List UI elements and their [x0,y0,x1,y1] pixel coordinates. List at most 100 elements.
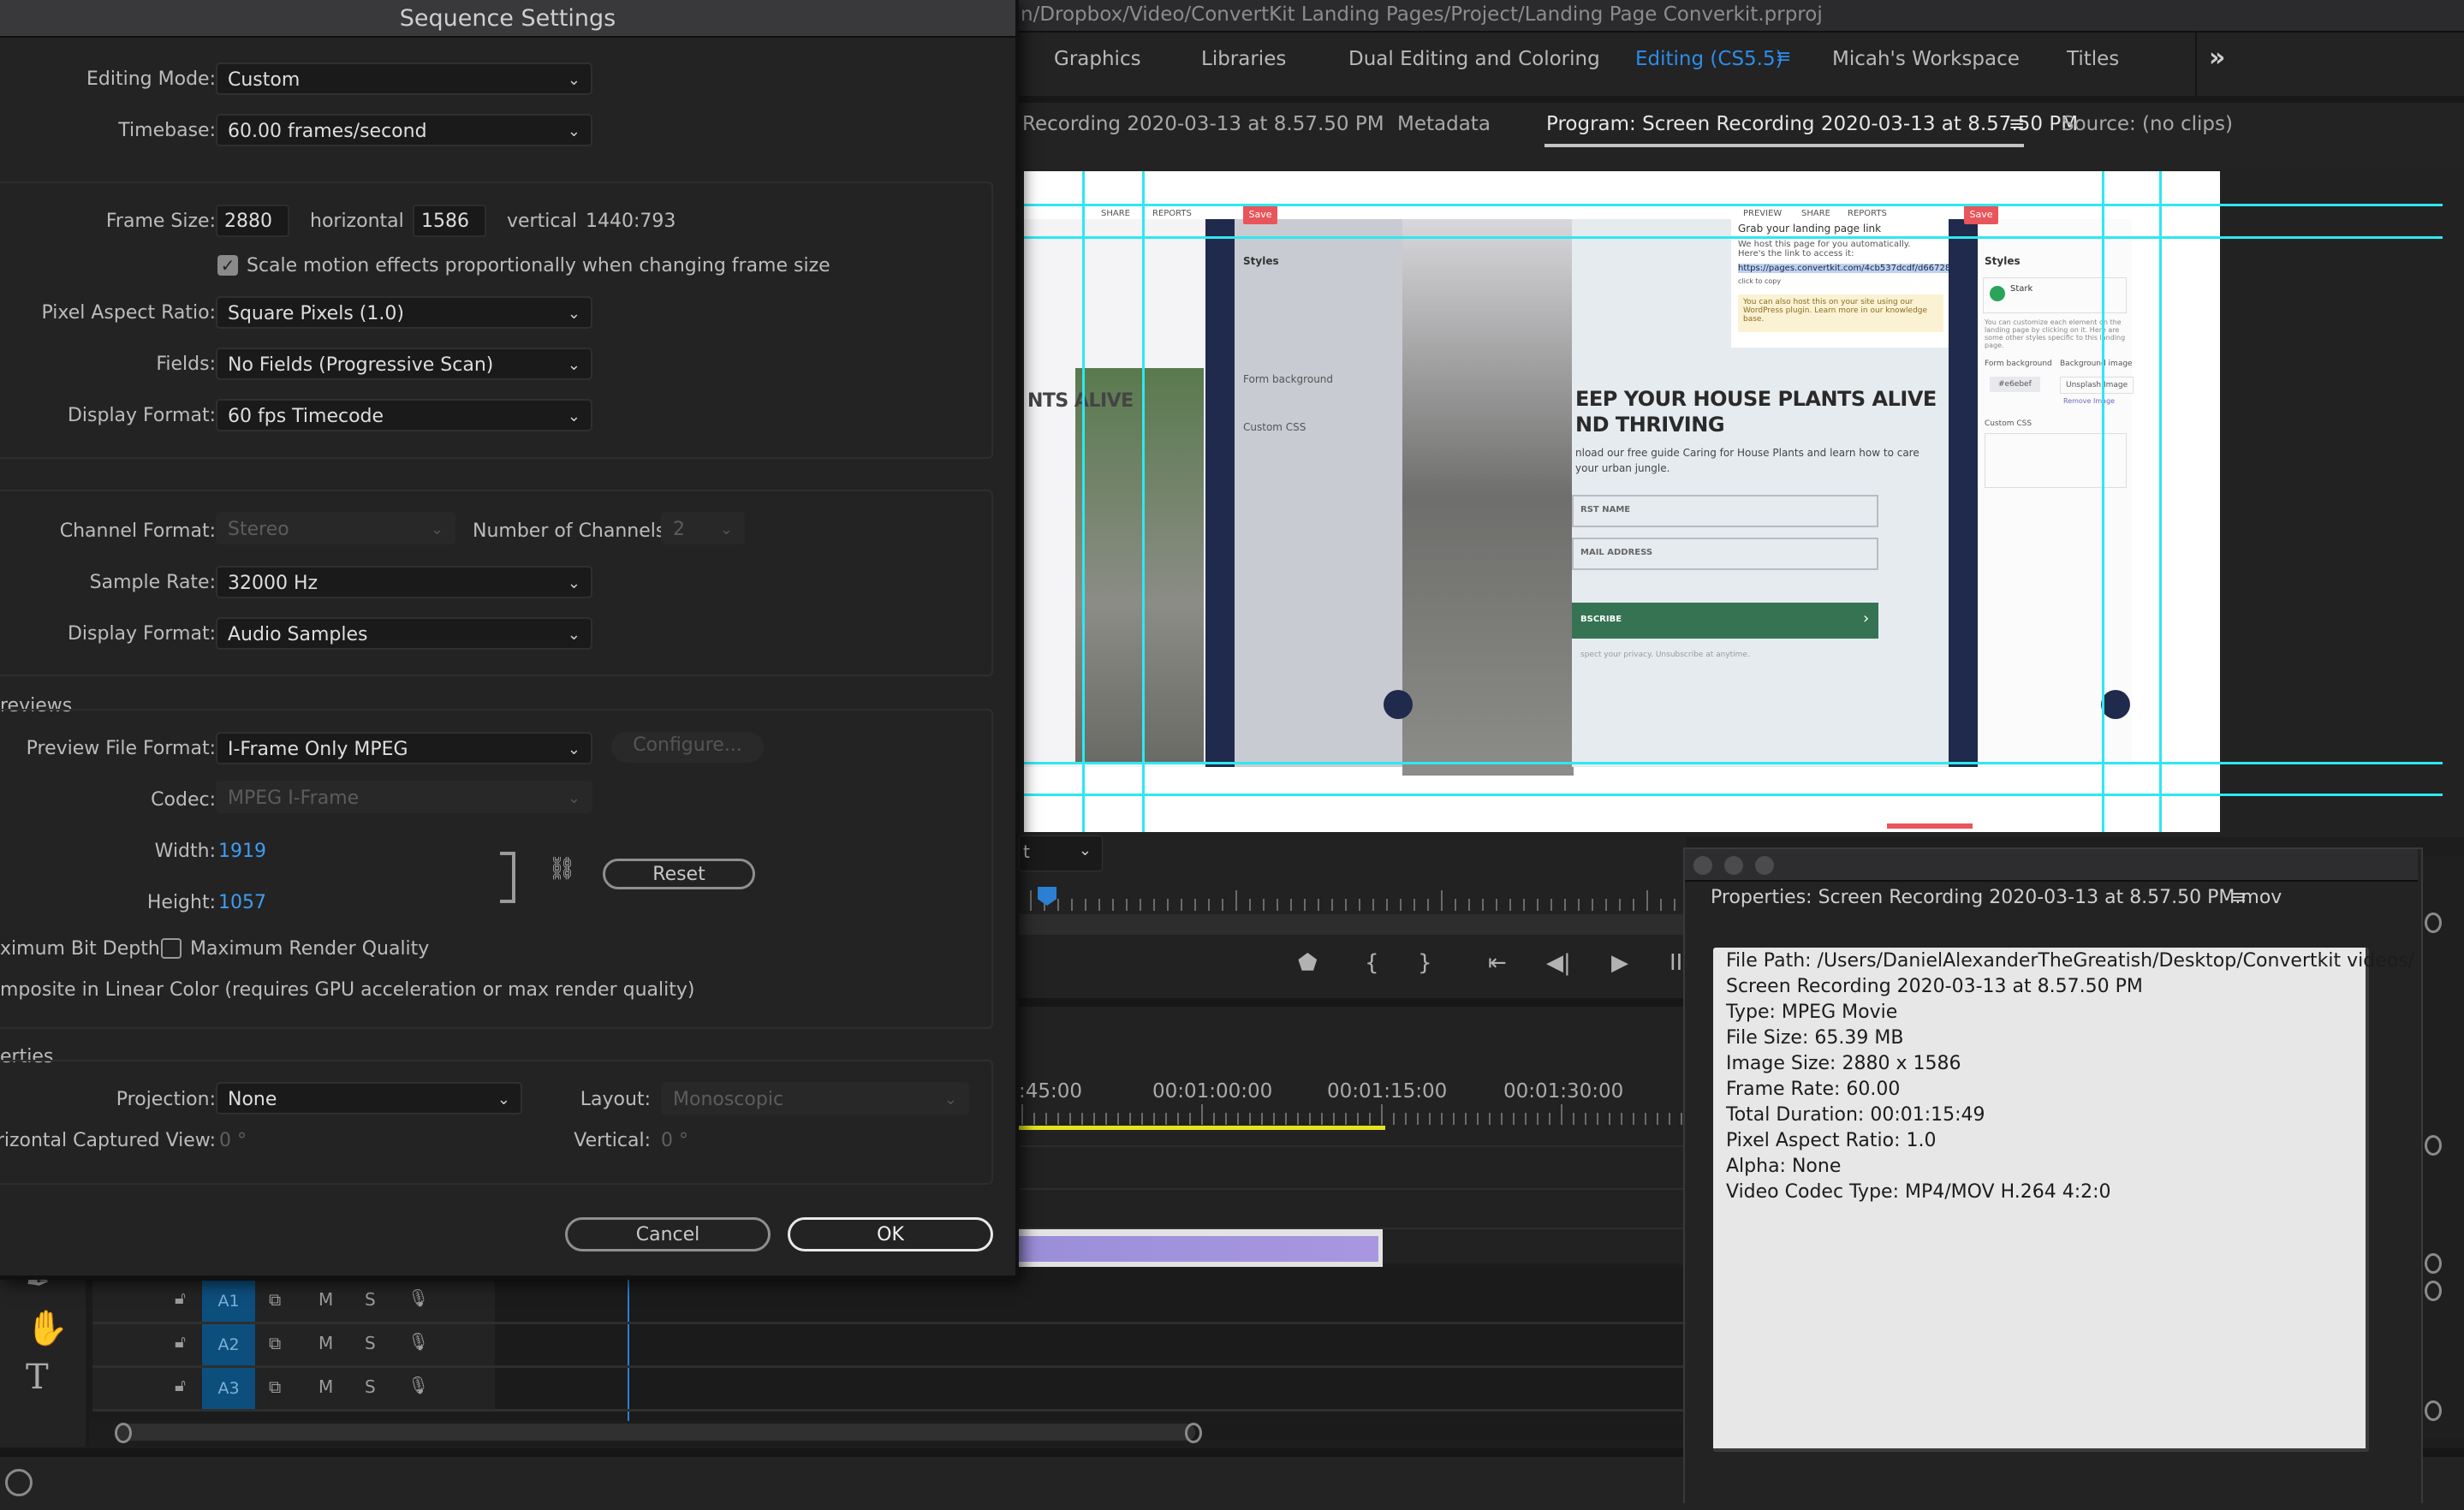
mini-time-ruler[interactable] [1027,890,1695,911]
workspace-menu-icon[interactable]: ≡ [1776,46,1791,68]
mute-button-a3[interactable]: M [318,1376,333,1397]
solo-button-a3[interactable]: S [365,1376,376,1397]
lock-icon[interactable]: 🔓︎ [175,1375,186,1395]
sync-lock-icon[interactable]: ⧉ [269,1376,281,1397]
vertical-scroll-handle[interactable] [2425,1400,2442,1421]
solo-button-a2[interactable]: S [365,1333,376,1353]
play-icon[interactable]: ▶ [1611,950,1628,976]
screen-chat-bubble-left [1384,690,1413,719]
property-line: Frame Rate: 60.00 [1726,1079,1901,1100]
sync-lock-icon[interactable]: ⧉ [269,1289,281,1310]
frame-height-input[interactable]: 1586 [413,205,486,237]
workspace-tab-titles[interactable]: Titles [2067,48,2119,70]
video-display-format-select[interactable]: 60 fps Timecode ⌄ [216,399,592,431]
tab-program-monitor[interactable]: Program: Screen Recording 2020-03-13 at … [1546,113,2078,135]
preview-height-value[interactable]: 1057 [218,892,266,913]
workspace-tab-graphics[interactable]: Graphics [1054,48,1141,70]
panel-menu-icon[interactable]: ≡ [2009,113,2025,135]
mute-button-a2[interactable]: M [318,1333,333,1353]
scrub-bar[interactable] [1019,914,1687,935]
lock-icon[interactable]: 🔓︎ [175,1331,186,1352]
tab-source-no-clips[interactable]: Source: (no clips) [2062,113,2233,135]
scroll-handle-right[interactable] [1185,1423,1202,1443]
audio-display-format-select[interactable]: Audio Samples ⌄ [216,617,592,650]
fields-select[interactable]: No Fields (Progressive Scan) ⌄ [216,348,592,380]
linear-color-label[interactable]: mposite in Linear Color (requires GPU ac… [0,979,694,1001]
link-chain-icon[interactable]: ⛓ [548,856,576,882]
window-minimize-button[interactable] [1724,856,1743,875]
sync-lock-icon[interactable]: ⧉ [269,1333,281,1353]
chevron-down-icon: ⌄ [430,520,443,538]
track-target-a2[interactable]: A2 [202,1324,255,1365]
track-target-a1[interactable]: A1 [202,1281,255,1322]
pixel-aspect-select[interactable]: Square Pixels (1.0) ⌄ [216,296,592,329]
microphone-icon[interactable]: 🎙︎ [408,1287,429,1308]
screen-bg-image-value: Unsplash Image [2060,377,2134,394]
vr-properties-group [0,1060,993,1185]
timebase-select[interactable]: 60.00 frames/second ⌄ [216,114,592,146]
scroll-handle-left[interactable] [115,1423,132,1443]
zoom-level-select[interactable]: t ⌄ [1019,835,1103,871]
screen-sidebar-right [1949,219,1978,767]
workspace-overflow-icon[interactable]: » [2209,43,2225,73]
lock-icon[interactable]: 🔓︎ [175,1287,186,1308]
screen-subtext-line2: your urban jungle. [1575,462,1670,474]
active-tab-underline [1544,144,2024,147]
mark-out-icon[interactable]: } [1418,950,1432,976]
timeline-clip-body[interactable] [1019,1236,1378,1262]
ok-button[interactable]: OK [788,1217,993,1251]
scale-motion-checkbox[interactable]: ✓ [217,255,238,276]
timeline-ruler[interactable] [1019,1104,1687,1125]
window-zoom-button[interactable] [1755,856,1774,875]
creative-cloud-icon[interactable] [5,1469,33,1496]
properties-titlebar[interactable] [1685,849,2418,882]
tab-source-recording[interactable]: Recording 2020-03-13 at 8.57.50 PM [1022,113,1384,135]
workspace-tab-libraries[interactable]: Libraries [1201,48,1286,70]
timebase-value: 60.00 frames/second [228,121,427,142]
screen-wordpress-note: You can also host this on your site usin… [1743,298,1928,324]
property-line: Alpha: None [1726,1156,1842,1177]
program-monitor-frame[interactable]: NTS ALIVE Styles Form background Custom … [1024,171,2220,832]
workspace-tab-dual-editing[interactable]: Dual Editing and Coloring [1348,48,1600,70]
workspace-tab-editing-cs55[interactable]: Editing (CS5.5) [1635,48,1783,70]
safe-margin-guide-right-outer [2159,171,2162,832]
workspace-tab-micahs[interactable]: Micah's Workspace [1832,48,2020,70]
add-marker-icon[interactable]: ⬟ [1298,950,1318,976]
vertical-scroll-handle[interactable] [2425,1281,2442,1301]
go-to-in-icon[interactable]: ⇤ [1488,950,1507,976]
tab-metadata[interactable]: Metadata [1397,113,1491,135]
projection-select[interactable]: None ⌄ [216,1082,522,1115]
timeline-scroll-thumb[interactable] [116,1424,1195,1441]
microphone-icon[interactable]: 🎙︎ [408,1375,429,1395]
vertical-scroll-handle[interactable] [2425,1253,2442,1274]
vertical-scroll-handle[interactable] [2425,913,2442,933]
num-channels-value: 2 [673,519,685,540]
reset-button[interactable]: Reset [603,859,755,889]
preview-width-value[interactable]: 1919 [218,841,266,862]
cancel-button[interactable]: Cancel [565,1217,771,1251]
timecode-label: 00:01:15:00 [1327,1080,1448,1103]
frame-size-label: Frame Size: [105,211,216,232]
pixel-aspect-value: Square Pixels (1.0) [228,303,404,324]
step-back-icon[interactable]: ◀| [1546,950,1571,976]
window-close-button[interactable] [1693,856,1712,875]
mark-in-icon[interactable]: { [1365,950,1379,976]
editing-mode-select[interactable]: Custom ⌄ [216,62,592,95]
preview-file-format-select[interactable]: I-Frame Only MPEG ⌄ [216,732,592,764]
microphone-icon[interactable]: 🎙︎ [408,1331,429,1352]
preview-width-label: Width: [154,841,216,862]
max-render-quality-checkbox[interactable] [161,938,182,959]
track-target-a3[interactable]: A3 [202,1368,255,1409]
screen-progress-indicator [1887,823,1973,829]
hand-tool-icon[interactable]: ✋ [26,1308,68,1348]
solo-button-a1[interactable]: S [365,1289,376,1310]
frame-width-input[interactable]: 2880 [216,205,289,237]
properties-menu-icon[interactable]: ≡ [2231,887,2247,908]
screen-nav-preview-right: PREVIEW [1743,209,1783,218]
sample-rate-select[interactable]: 32000 Hz ⌄ [216,566,592,598]
screen-custom-css-textarea [1985,433,2127,488]
vertical-scroll-handle[interactable] [2425,1135,2442,1156]
mute-button-a1[interactable]: M [318,1289,333,1310]
step-forward-icon[interactable]: II [1669,950,1682,976]
type-tool-icon[interactable]: T [26,1358,49,1397]
